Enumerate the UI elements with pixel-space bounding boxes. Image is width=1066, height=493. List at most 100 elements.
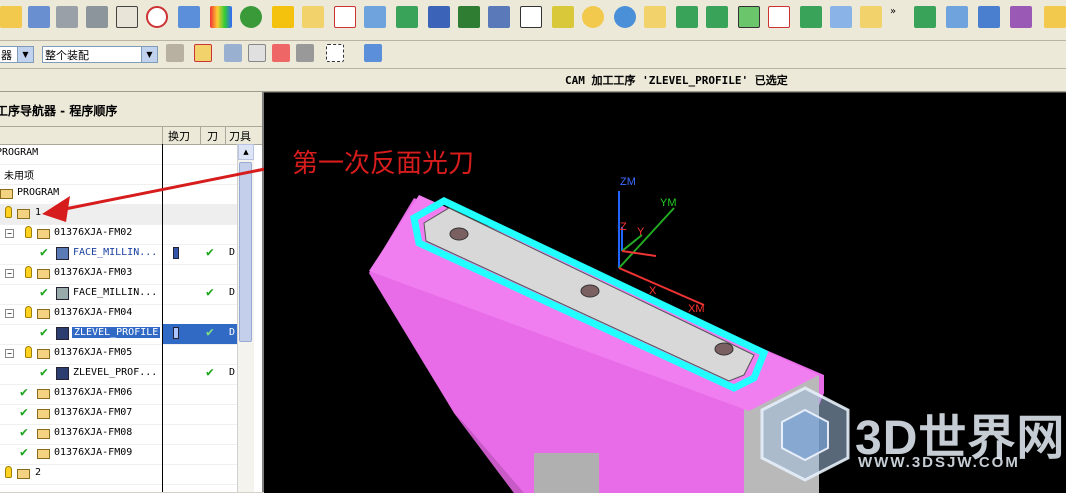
toolbar-icon-6[interactable] (146, 6, 168, 28)
column-separator[interactable] (225, 127, 226, 144)
toolbar-icon-10[interactable] (272, 6, 294, 28)
snap-point-icon[interactable] (194, 44, 212, 62)
toolbar-icon-3[interactable] (56, 6, 78, 28)
folder-icon (0, 189, 13, 199)
toolbar-icon-16[interactable] (458, 6, 480, 28)
toolbar-icon-34[interactable] (1044, 6, 1066, 28)
box-select-icon[interactable] (326, 44, 344, 62)
tree-row-fm06[interactable]: ✔ 01376XJA-FM06 (0, 384, 237, 405)
folder-icon (37, 229, 50, 239)
toolbar-icon-20[interactable] (582, 6, 604, 28)
toolbar-icon-28[interactable] (830, 6, 852, 28)
tree-row-label: 01376XJA-FM02 (54, 227, 133, 238)
point-icon[interactable] (272, 44, 290, 62)
column-tool-change[interactable]: 换刀 (168, 128, 190, 144)
column-separator[interactable] (200, 127, 201, 144)
select-icon[interactable] (296, 44, 314, 62)
face-milling-icon (56, 287, 69, 300)
column-path[interactable]: 刀 (207, 128, 218, 144)
collapse-icon[interactable]: − (5, 349, 14, 358)
toolbar-icon-7[interactable] (178, 6, 200, 28)
toolbar-icon-5[interactable] (116, 6, 138, 28)
navigator-scrollbar[interactable]: ▲ (237, 144, 254, 492)
tree-row-label: 01376XJA-FM07 (54, 407, 133, 418)
toolbar-icon-4[interactable] (86, 6, 108, 28)
tree-row-fm05[interactable]: − 01376XJA-FM05 (0, 344, 237, 365)
toolbar-icon-25[interactable] (738, 6, 760, 28)
toolbar-icon-11[interactable] (302, 6, 324, 28)
main-toolbar: » (0, 0, 1066, 41)
tree-row-fm08[interactable]: ✔ 01376XJA-FM08 (0, 424, 237, 445)
navigator-title: 工序导航器 - 程序顺序 (0, 104, 118, 118)
assembly-combo[interactable]: 整个装配 ▼ (42, 46, 158, 63)
assembly-filter-icon[interactable] (166, 44, 184, 62)
toolbar-icon-22[interactable] (644, 6, 666, 28)
assembly-combo-value: 整个装配 (45, 49, 89, 62)
toolbar-icon-26[interactable] (768, 6, 790, 28)
axis-label-y: Y (637, 226, 645, 238)
toolbar-icon-32[interactable] (978, 6, 1000, 28)
path-value: D (229, 247, 236, 258)
toolbar-icon-19[interactable] (552, 6, 574, 28)
tree-row-group-1[interactable]: 1 (0, 204, 237, 225)
toolbar-icon-1[interactable] (0, 6, 22, 28)
toolbar-icon-24[interactable] (706, 6, 728, 28)
toolbar-icon-23[interactable] (676, 6, 698, 28)
tree-row-fm04[interactable]: − 01376XJA-FM04 (0, 304, 237, 325)
tree-row-fm02[interactable]: − 01376XJA-FM02 (0, 224, 237, 245)
collapse-icon[interactable]: − (5, 229, 14, 238)
toolbar-icon-14[interactable] (396, 6, 418, 28)
tree-row-label: PROGRAM (0, 147, 39, 158)
toolbar-icon-12[interactable] (334, 6, 356, 28)
check-icon: ✔ (206, 245, 214, 260)
tree-row-face-milling-2[interactable]: ✔ FACE_MILLIN... ✔ D (0, 284, 237, 305)
tree-row-face-milling-1[interactable]: ✔ FACE_MILLIN... ✔ D (0, 244, 237, 265)
toolbar-icon-30[interactable] (914, 6, 936, 28)
tree-row-fm09[interactable]: ✔ 01376XJA-FM09 (0, 444, 237, 465)
tree-row-label: 01376XJA-FM03 (54, 267, 133, 278)
collapse-icon[interactable]: − (5, 269, 14, 278)
scroll-up-icon[interactable]: ▲ (238, 144, 254, 160)
toolbar-icon-21[interactable] (614, 6, 636, 28)
toolbar-icon-13[interactable] (364, 6, 386, 28)
bulb-icon (25, 346, 32, 358)
watermark-cube (781, 408, 829, 462)
tree-row-root[interactable]: PROGRAM (0, 144, 237, 165)
toolbar-icon-18[interactable] (520, 6, 542, 28)
watermark-url: WWW.3DSJW.COM (858, 454, 1020, 471)
tree-row-unused[interactable]: 未用项 (0, 164, 237, 185)
toolbar-icon-17[interactable] (488, 6, 510, 28)
hole-2 (580, 284, 600, 298)
toolbar-more-icon[interactable]: » (890, 6, 900, 28)
toolbar-icon-8[interactable] (210, 6, 232, 28)
chevron-down-icon[interactable]: ▼ (17, 47, 33, 62)
tree-row-fm03[interactable]: − 01376XJA-FM03 (0, 264, 237, 285)
toolbar-icon-31[interactable] (946, 6, 968, 28)
operation-navigator: 工序导航器 - 程序顺序 换刀 刀 刀具 PROGRAM 未用项 PROGRAM… (0, 92, 264, 492)
tree-row-zlevel-profile-2[interactable]: ✔ ZLEVEL_PROF... ✔ D (0, 364, 237, 385)
tree-row-label: PROGRAM (17, 187, 60, 198)
tree-row-fm07[interactable]: ✔ 01376XJA-FM07 (0, 404, 237, 425)
tool-change-icon (173, 327, 179, 339)
toolbar-icon-15[interactable] (428, 6, 450, 28)
toolbar-icon-33[interactable] (1010, 6, 1032, 28)
toolbar-icon-9[interactable] (240, 6, 262, 28)
filter-combo[interactable]: 器 ▼ (0, 46, 34, 63)
column-separator[interactable] (162, 127, 163, 144)
toolbar-icon-27[interactable] (800, 6, 822, 28)
tree-row-label: 1 (35, 207, 42, 218)
cube-view-icon[interactable] (364, 44, 382, 62)
column-tool[interactable]: 刀具 (229, 128, 255, 144)
chevron-down-icon[interactable]: ▼ (141, 47, 157, 62)
undo-icon[interactable] (224, 44, 242, 62)
scroll-thumb[interactable] (239, 162, 252, 342)
tree-row-zlevel-profile-selected[interactable]: ✔ ZLEVEL_PROFILE ✔ D (0, 324, 237, 345)
toolbar-icon-2[interactable] (28, 6, 50, 28)
collapse-icon[interactable]: − (5, 309, 14, 318)
folder-icon (37, 269, 50, 279)
eraser-icon[interactable] (248, 44, 266, 62)
check-icon: ✔ (20, 445, 28, 460)
tree-row-group-2[interactable]: 2 (0, 464, 237, 485)
tree-row-program[interactable]: PROGRAM (0, 184, 237, 205)
toolbar-icon-29[interactable] (860, 6, 882, 28)
